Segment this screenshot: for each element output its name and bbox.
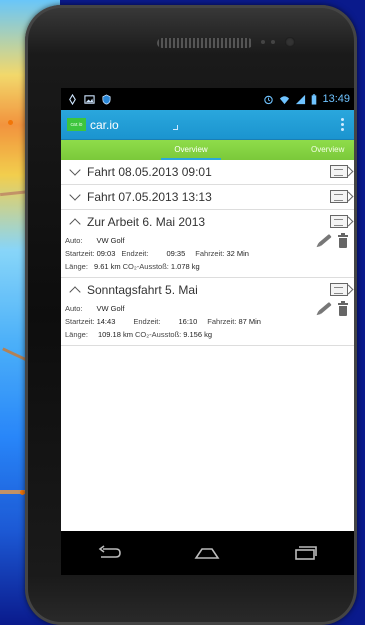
app-logo[interactable]: car.io (67, 118, 86, 131)
back-icon[interactable] (95, 543, 125, 563)
wifi-icon (280, 95, 290, 104)
co2-label: CO₂-Ausstoß: (122, 262, 169, 271)
status-bar: 13:49 (61, 88, 354, 110)
auto-label: Auto: (65, 304, 83, 313)
sensor-dot (271, 40, 275, 44)
duration-label: Fahrzeit: (207, 317, 237, 326)
chevron-up-icon[interactable] (69, 286, 81, 298)
trip-details: Auto: VW Golf Startzeit: 09:03 Endzeit: … (61, 233, 354, 277)
alarm-icon (264, 95, 274, 104)
trip-details: Auto: VW Golf Startzeit: 14:43 Endzeit: … (61, 301, 354, 345)
start-value: 09:03 (96, 249, 116, 258)
map-icon[interactable] (330, 283, 348, 296)
auto-value: VW Golf (96, 304, 125, 313)
start-value: 14:43 (96, 317, 116, 326)
trip-row[interactable]: Fahrt 07.05.2013 13:13 (61, 185, 354, 210)
battery-icon (312, 93, 317, 105)
chevron-up-icon[interactable] (69, 218, 81, 230)
screen: 13:49 car.io car.io Overview Overview Fa… (61, 88, 354, 575)
end-label: Endzeit: (133, 317, 161, 326)
phone-frame: 13:49 car.io car.io Overview Overview Fa… (25, 5, 357, 625)
tab-overview[interactable]: Overview (161, 140, 221, 160)
trip-title: Fahrt 08.05.2013 09:01 (87, 165, 212, 179)
clock: 13:49 (322, 93, 350, 105)
navigation-bar (61, 531, 354, 575)
trip-title: Zur Arbeit 6. Mai 2013 (87, 215, 206, 229)
end-value: 09:35 (166, 249, 186, 258)
duration-value: 32 Min (226, 249, 249, 258)
length-value: 109.18 km (97, 330, 133, 339)
duration-value: 87 Min (238, 317, 261, 326)
length-value: 9.61 km (93, 262, 121, 271)
chevron-down-icon[interactable] (69, 189, 81, 201)
sensor-dot (261, 40, 265, 44)
earpiece-speaker (157, 38, 253, 48)
auto-label: Auto: (65, 236, 83, 245)
co2-value: 9.156 kg (183, 330, 213, 339)
delete-icon[interactable] (338, 301, 348, 316)
start-label: Startzeit: (65, 249, 95, 258)
length-label: Länge: (65, 262, 88, 271)
overflow-menu-icon[interactable] (341, 118, 344, 131)
map-pin (8, 120, 13, 125)
co2-value: 1.078 kg (170, 262, 200, 271)
image-icon (84, 94, 95, 104)
signal-icon (296, 94, 306, 104)
trip-title: Sonntagsfahrt 5. Mai (87, 283, 198, 297)
start-label: Startzeit: (65, 317, 95, 326)
chevron-down-icon[interactable] (69, 164, 81, 176)
action-bar: car.io car.io (61, 110, 354, 140)
delete-icon[interactable] (338, 233, 348, 248)
map-icon[interactable] (330, 215, 348, 228)
trip-title: Fahrt 07.05.2013 13:13 (87, 190, 212, 204)
map-icon[interactable] (330, 165, 348, 178)
home-icon[interactable] (192, 543, 222, 563)
auto-value: VW Golf (96, 236, 125, 245)
end-label: Endzeit: (121, 249, 149, 258)
shield-icon (102, 94, 111, 104)
trip-row[interactable]: Sonntagsfahrt 5. Mai Auto: VW Golf Start… (61, 278, 354, 346)
duration-label: Fahrzeit: (195, 249, 225, 258)
trip-list: Fahrt 08.05.2013 09:01 Fahrt 07.05.2013 … (61, 160, 354, 346)
trip-row[interactable]: Fahrt 08.05.2013 09:01 (61, 160, 354, 185)
co2-label: CO₂-Ausstoß: (134, 330, 182, 339)
front-camera (285, 37, 295, 47)
map-icon[interactable] (330, 190, 348, 203)
usb-icon (69, 93, 76, 105)
trip-row[interactable]: Zur Arbeit 6. Mai 2013 Auto: VW Golf Sta… (61, 210, 354, 278)
end-value: 16:10 (178, 317, 198, 326)
spinner-caret-icon[interactable] (172, 125, 178, 130)
tab-next[interactable]: Overview (311, 140, 344, 160)
length-label: Länge: (65, 330, 88, 339)
tab-bar: Overview Overview (61, 140, 354, 160)
app-title: car.io (90, 117, 119, 132)
recents-icon[interactable] (290, 543, 320, 563)
